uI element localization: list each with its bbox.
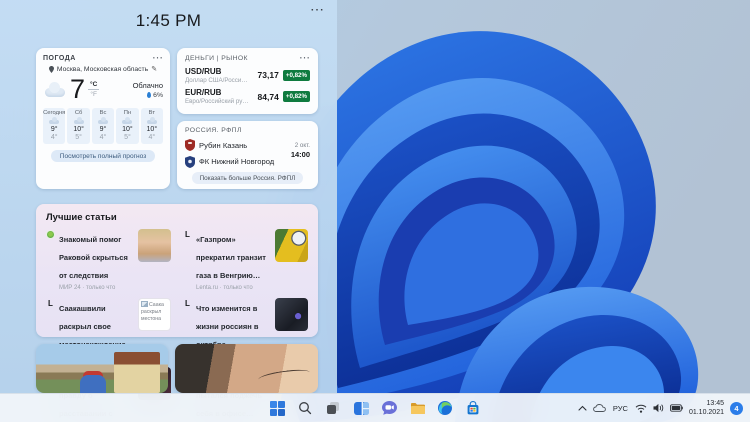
widgets-button[interactable] bbox=[352, 399, 370, 417]
weather-menu-button[interactable]: ⋯ bbox=[152, 54, 163, 62]
desktop: 1:45 PM ⋯ ПОГОДА ⋯ Москва, Московская об… bbox=[0, 0, 750, 422]
weather-widget[interactable]: ПОГОДА ⋯ Москва, Московская область ✎ 7 … bbox=[36, 48, 170, 189]
forecast-day[interactable]: Пн 10° 5° bbox=[116, 108, 138, 144]
file-explorer-button[interactable] bbox=[408, 399, 426, 417]
change-badge: +0,82% bbox=[283, 91, 310, 102]
widgets-panel: 1:45 PM ⋯ ПОГОДА ⋯ Москва, Московская об… bbox=[0, 0, 337, 393]
precipitation-icon bbox=[147, 92, 151, 98]
precipitation-value: 6% bbox=[153, 92, 163, 99]
start-button[interactable] bbox=[268, 399, 286, 417]
weather-condition: Облачно bbox=[133, 81, 163, 90]
weather-title: ПОГОДА bbox=[43, 55, 76, 62]
news-item[interactable]: L «Газпром» прекратил транзит газа в Вен… bbox=[183, 229, 308, 291]
news-thumbnail bbox=[275, 229, 308, 262]
wifi-button[interactable] bbox=[635, 404, 647, 413]
current-temperature: 7 bbox=[70, 76, 85, 103]
news-photo-card[interactable] bbox=[175, 344, 318, 393]
location-pin-icon bbox=[49, 66, 54, 73]
broken-image-icon bbox=[141, 301, 148, 307]
rubin-kazan-logo bbox=[185, 139, 195, 151]
news-thumbnail bbox=[138, 229, 171, 262]
forecast-day[interactable]: Вт 10° 4° bbox=[141, 108, 163, 144]
store-icon bbox=[466, 401, 480, 415]
tray-time: 13:45 bbox=[689, 399, 724, 408]
notification-badge[interactable]: 4 bbox=[730, 402, 743, 415]
panel-menu-button[interactable]: ⋯ bbox=[310, 1, 324, 18]
chevron-up-icon bbox=[578, 405, 587, 411]
windows-logo-icon bbox=[270, 401, 285, 416]
news-section-title: Лучшие статьи bbox=[46, 212, 308, 223]
widgets-icon bbox=[354, 402, 369, 415]
currency-row-usd[interactable]: USD/RUB Доллар США/Росси… 73,17 +0,82% bbox=[185, 67, 310, 84]
news-item[interactable]: Знакомый помог Раковой скрыться от следс… bbox=[46, 229, 171, 291]
finance-widget[interactable]: ДЕНЬГИ | РЫНОК ⋯ USD/RUB Доллар США/Росс… bbox=[177, 48, 318, 114]
taskbar: РУС bbox=[0, 393, 750, 422]
edit-location-icon[interactable]: ✎ bbox=[151, 65, 157, 73]
cloudy-icon bbox=[122, 118, 132, 124]
news-widget: Лучшие статьи Знакомый помог Раковой скр… bbox=[36, 204, 318, 337]
cloudy-icon bbox=[74, 118, 84, 124]
full-forecast-link[interactable]: Посмотреть полный прогноз bbox=[51, 150, 156, 162]
wifi-icon bbox=[635, 404, 647, 413]
lenta-icon: L bbox=[183, 299, 192, 308]
news-photo-card[interactable] bbox=[36, 344, 168, 393]
forecast-day[interactable]: Сегодня 9° 4° bbox=[43, 108, 65, 144]
lenta-icon: L bbox=[183, 230, 192, 239]
cloudy-icon bbox=[147, 118, 157, 124]
unit-celsius-toggle[interactable]: °C bbox=[88, 81, 99, 90]
weather-location: Москва, Московская область bbox=[57, 66, 148, 73]
volume-button[interactable] bbox=[653, 403, 664, 413]
clock-button[interactable]: 13:45 01.10.2021 bbox=[689, 399, 724, 417]
language-indicator[interactable]: РУС bbox=[612, 404, 629, 413]
speaker-icon bbox=[653, 403, 664, 413]
battery-icon bbox=[670, 404, 683, 412]
store-button[interactable] bbox=[464, 399, 482, 417]
change-badge: +0,82% bbox=[283, 70, 310, 81]
search-icon bbox=[298, 401, 312, 415]
search-button[interactable] bbox=[296, 399, 314, 417]
onedrive-cloud-icon bbox=[593, 404, 606, 412]
battery-button[interactable] bbox=[670, 404, 683, 412]
news-thumbnail bbox=[275, 298, 308, 331]
edge-icon bbox=[438, 401, 452, 415]
forecast-day[interactable]: Вс 9° 4° bbox=[92, 108, 114, 144]
task-view-icon bbox=[326, 401, 340, 415]
chat-icon bbox=[382, 401, 397, 415]
unit-fahrenheit-toggle[interactable]: °F bbox=[90, 90, 97, 98]
tray-date: 01.10.2021 bbox=[689, 408, 724, 417]
forecast-day[interactable]: Сб 10° 5° bbox=[67, 108, 89, 144]
nizhny-novgorod-logo bbox=[185, 156, 195, 168]
show-hidden-icons-button[interactable] bbox=[578, 405, 587, 411]
lenta-icon: L bbox=[46, 299, 55, 308]
currency-row-eur[interactable]: EUR/RUB Евро/Российский ру… 84,74 +0,82% bbox=[185, 88, 310, 105]
chat-button[interactable] bbox=[380, 399, 398, 417]
edge-button[interactable] bbox=[436, 399, 454, 417]
match-date: 2 окт. bbox=[291, 142, 310, 149]
onedrive-button[interactable] bbox=[593, 404, 606, 412]
sports-title: РОССИЯ. РФПЛ bbox=[185, 127, 310, 134]
finance-title: ДЕНЬГИ | РЫНОК bbox=[185, 55, 248, 62]
cloudy-icon bbox=[98, 118, 108, 124]
cloudy-icon bbox=[49, 118, 59, 124]
mir24-icon bbox=[46, 230, 55, 239]
cloudy-icon bbox=[43, 82, 67, 98]
file-explorer-icon bbox=[410, 402, 425, 415]
match-time: 14:00 bbox=[291, 150, 310, 159]
task-view-button[interactable] bbox=[324, 399, 342, 417]
panel-clock: 1:45 PM bbox=[0, 11, 337, 31]
show-more-sports-link[interactable]: Показать больше Россия. РФПЛ bbox=[192, 172, 304, 184]
finance-menu-button[interactable]: ⋯ bbox=[299, 54, 310, 62]
sports-widget[interactable]: РОССИЯ. РФПЛ Рубин Казань ФК Нижний Новг… bbox=[177, 121, 318, 189]
broken-image-placeholder: Саака раскрыл местона bbox=[138, 298, 171, 331]
forecast-row: Сегодня 9° 4° Сб 10° 5° Вс 9° 4° bbox=[43, 108, 163, 144]
